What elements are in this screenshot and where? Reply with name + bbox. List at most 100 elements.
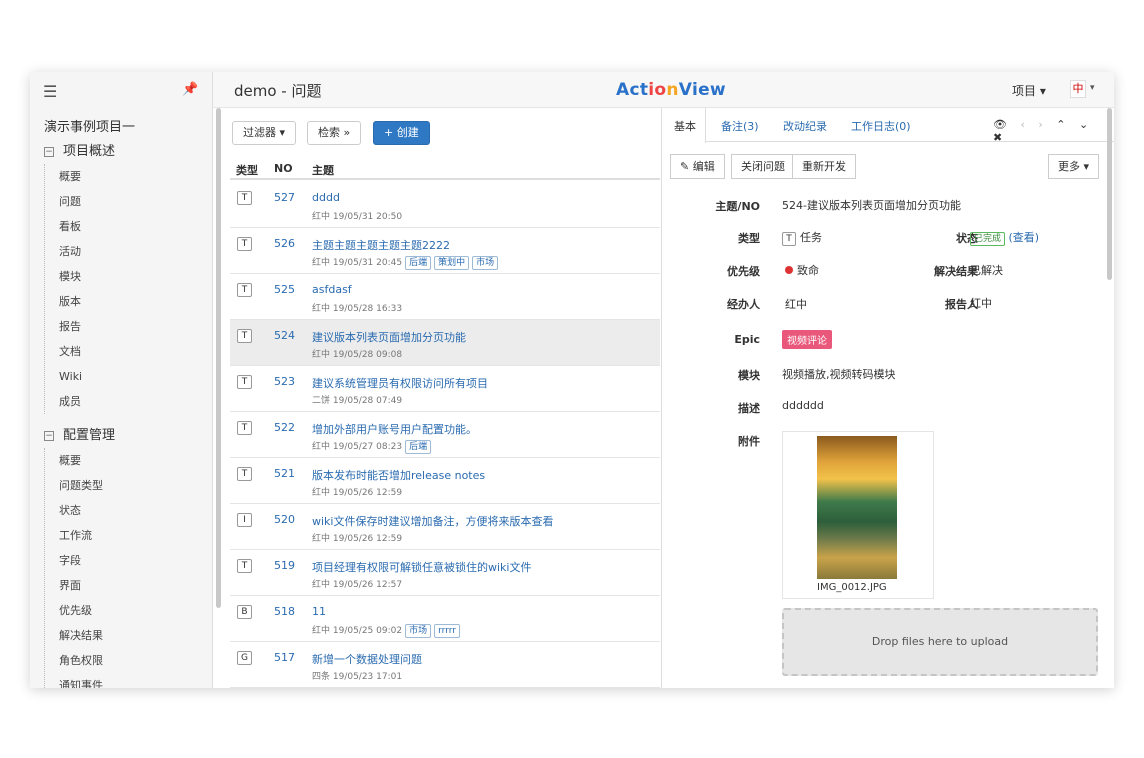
project-menu[interactable]: 项目 ▾ <box>1012 82 1046 99</box>
attachment-image[interactable] <box>817 436 897 579</box>
chevron-down-icon[interactable]: ⌄ <box>1079 118 1088 131</box>
close-icon[interactable]: ✖ <box>993 131 1002 144</box>
issue-title[interactable]: asfdasf <box>312 283 352 296</box>
collapse-icon[interactable]: − <box>44 147 54 157</box>
sidebar-item[interactable]: 看板 <box>45 214 204 239</box>
tab-history[interactable]: 改动纪录 <box>783 118 827 134</box>
issue-no[interactable]: 521 <box>274 467 295 480</box>
issue-no[interactable]: 527 <box>274 191 295 204</box>
column-subject[interactable]: 主题 <box>312 162 334 178</box>
status-view-link[interactable]: (查看) <box>1009 231 1040 244</box>
avatar[interactable]: 中 <box>1070 80 1086 98</box>
issue-title[interactable]: wiki文件保存时建议增加备注，方便将来版本查看 <box>312 513 553 529</box>
chevron-up-icon[interactable]: ⌃ <box>1056 118 1065 131</box>
pin-icon[interactable]: 📌 <box>182 82 198 97</box>
type-badge: T <box>237 191 252 205</box>
table-row[interactable]: G 517 新增一个数据处理问题 四条 19/05/23 17:01 <box>230 642 660 688</box>
attachment-thumbnail[interactable]: IMG_0012.JPG <box>782 431 934 599</box>
issue-no[interactable]: 523 <box>274 375 295 388</box>
sidebar-item[interactable]: 字段 <box>45 548 204 573</box>
top-bar: ☰ 📌 demo - 问题 ActionView 项目 ▾ 中 ▾ <box>30 72 1114 108</box>
detail-scrollbar[interactable] <box>1107 108 1112 280</box>
sidebar-item[interactable]: 解决结果 <box>45 623 204 648</box>
tab-worklog[interactable]: 工作日志(0) <box>851 118 911 134</box>
table-row[interactable]: T 527 dddd 红中 19/05/31 20:50 <box>230 182 660 228</box>
table-row[interactable]: B 518 11 红中 19/05/25 09:02 市场 rrrrr <box>230 596 660 642</box>
sidebar-project-name[interactable]: 演示事例项目一 <box>44 116 135 135</box>
sidebar: 演示事例项目一 − 项目概述 概要 问题 看板 活动 模块 版本 报告 文档 Wi… <box>30 108 213 688</box>
type-value: T 任务 <box>782 229 822 246</box>
issue-title[interactable]: dddd <box>312 191 340 204</box>
sidebar-group-overview[interactable]: − 项目概述 <box>44 140 115 159</box>
sidebar-item[interactable]: 状态 <box>45 498 204 523</box>
issue-title[interactable]: 版本发布时能否增加release notes <box>312 467 485 483</box>
sidebar-item[interactable]: 模块 <box>45 264 204 289</box>
issue-title[interactable]: 主题主题主题主题主题2222 <box>312 237 450 253</box>
chevron-right-icon[interactable]: › <box>1038 118 1042 131</box>
collapse-icon[interactable]: − <box>44 431 54 441</box>
issue-meta: 红中 19/05/31 20:45 后端 策划中 市场 <box>312 255 499 270</box>
issue-title[interactable]: 建议版本列表页面增加分页功能 <box>312 329 466 345</box>
chevron-down-icon[interactable]: ▾ <box>1090 83 1095 93</box>
sidebar-item[interactable]: 优先级 <box>45 598 204 623</box>
sidebar-scrollbar[interactable] <box>216 108 221 608</box>
type-badge: T <box>237 237 252 251</box>
table-row[interactable]: T 523 建议系统管理员有权限访问所有项目 二饼 19/05/28 07:49 <box>230 366 660 412</box>
sidebar-item[interactable]: 工作流 <box>45 523 204 548</box>
more-button[interactable]: 更多 ▾ <box>1048 154 1100 179</box>
close-issue-button[interactable]: 关闭问题 <box>731 154 795 179</box>
sidebar-item[interactable]: 版本 <box>45 289 204 314</box>
column-type[interactable]: 类型 <box>236 162 258 178</box>
issue-title[interactable]: 项目经理有权限可解锁任意被锁住的wiki文件 <box>312 559 531 575</box>
sidebar-item[interactable]: 活动 <box>45 239 204 264</box>
tab-comments[interactable]: 备注(3) <box>721 118 759 134</box>
column-no[interactable]: NO <box>274 162 293 175</box>
issue-title[interactable]: 增加外部用户账号用户配置功能。 <box>312 421 477 437</box>
attachment-filename[interactable]: IMG_0012.JPG <box>817 582 887 593</box>
sidebar-item-issues[interactable]: 问题 <box>45 189 204 214</box>
create-button[interactable]: + 创建 <box>373 121 430 145</box>
issue-no[interactable]: 525 <box>274 283 295 296</box>
issue-title[interactable]: 新增一个数据处理问题 <box>312 651 422 667</box>
sidebar-item[interactable]: Wiki <box>45 364 204 389</box>
detail-nav-icons: 👁 ‹ › ⌃ ⌄ ✖ <box>993 118 1114 144</box>
issue-no[interactable]: 517 <box>274 651 295 664</box>
table-row[interactable]: I 520 wiki文件保存时建议增加备注，方便将来版本查看 红中 19/05/… <box>230 504 660 550</box>
sidebar-item[interactable]: 文档 <box>45 339 204 364</box>
issue-meta: 红中 19/05/28 09:08 <box>312 350 403 360</box>
search-button[interactable]: 检索 » <box>307 121 362 145</box>
reopen-button[interactable]: 重新开发 <box>792 154 856 179</box>
sidebar-item[interactable]: 报告 <box>45 314 204 339</box>
sidebar-item[interactable]: 通知事件 <box>45 673 204 688</box>
sidebar-item[interactable]: 问题类型 <box>45 473 204 498</box>
issue-no[interactable]: 519 <box>274 559 295 572</box>
issue-no[interactable]: 518 <box>274 605 295 618</box>
tab-basic[interactable]: 基本 <box>674 118 696 134</box>
reporter-value: 红中 <box>970 297 992 310</box>
table-row[interactable]: T 519 项目经理有权限可解锁任意被锁住的wiki文件 红中 19/05/26… <box>230 550 660 596</box>
issue-no[interactable]: 526 <box>274 237 295 250</box>
upload-dropzone[interactable]: Drop files here to upload <box>782 608 1098 676</box>
filter-button[interactable]: 过滤器 ▾ <box>232 121 297 145</box>
edit-button[interactable]: ✎ 编辑 <box>670 154 725 179</box>
table-row[interactable]: T 526 主题主题主题主题主题2222 红中 19/05/31 20:45 后端… <box>230 228 660 274</box>
sidebar-item[interactable]: 概要 <box>45 448 204 473</box>
sidebar-group-config[interactable]: − 配置管理 <box>44 424 115 443</box>
chevron-left-icon[interactable]: ‹ <box>1020 118 1024 131</box>
issue-title[interactable]: 建议系统管理员有权限访问所有项目 <box>312 375 488 391</box>
eye-icon[interactable]: 👁 <box>993 118 1007 131</box>
issue-no[interactable]: 524 <box>274 329 295 342</box>
table-row-selected[interactable]: T 524 建议版本列表页面增加分页功能 红中 19/05/28 09:08 <box>230 320 660 366</box>
sidebar-item[interactable]: 角色权限 <box>45 648 204 673</box>
table-row[interactable]: T 525 asfdasf 红中 19/05/28 16:33 <box>230 274 660 320</box>
issue-no[interactable]: 520 <box>274 513 295 526</box>
table-row[interactable]: T 522 增加外部用户账号用户配置功能。 红中 19/05/27 08:23 后… <box>230 412 660 458</box>
menu-icon[interactable]: ☰ <box>43 82 57 101</box>
sidebar-item[interactable]: 界面 <box>45 573 204 598</box>
label-tag: 后端 <box>405 256 432 270</box>
issue-no[interactable]: 522 <box>274 421 295 434</box>
sidebar-item[interactable]: 成员 <box>45 389 204 414</box>
sidebar-item[interactable]: 概要 <box>45 164 204 189</box>
issue-title[interactable]: 11 <box>312 605 326 618</box>
table-row[interactable]: T 521 版本发布时能否增加release notes 红中 19/05/26… <box>230 458 660 504</box>
